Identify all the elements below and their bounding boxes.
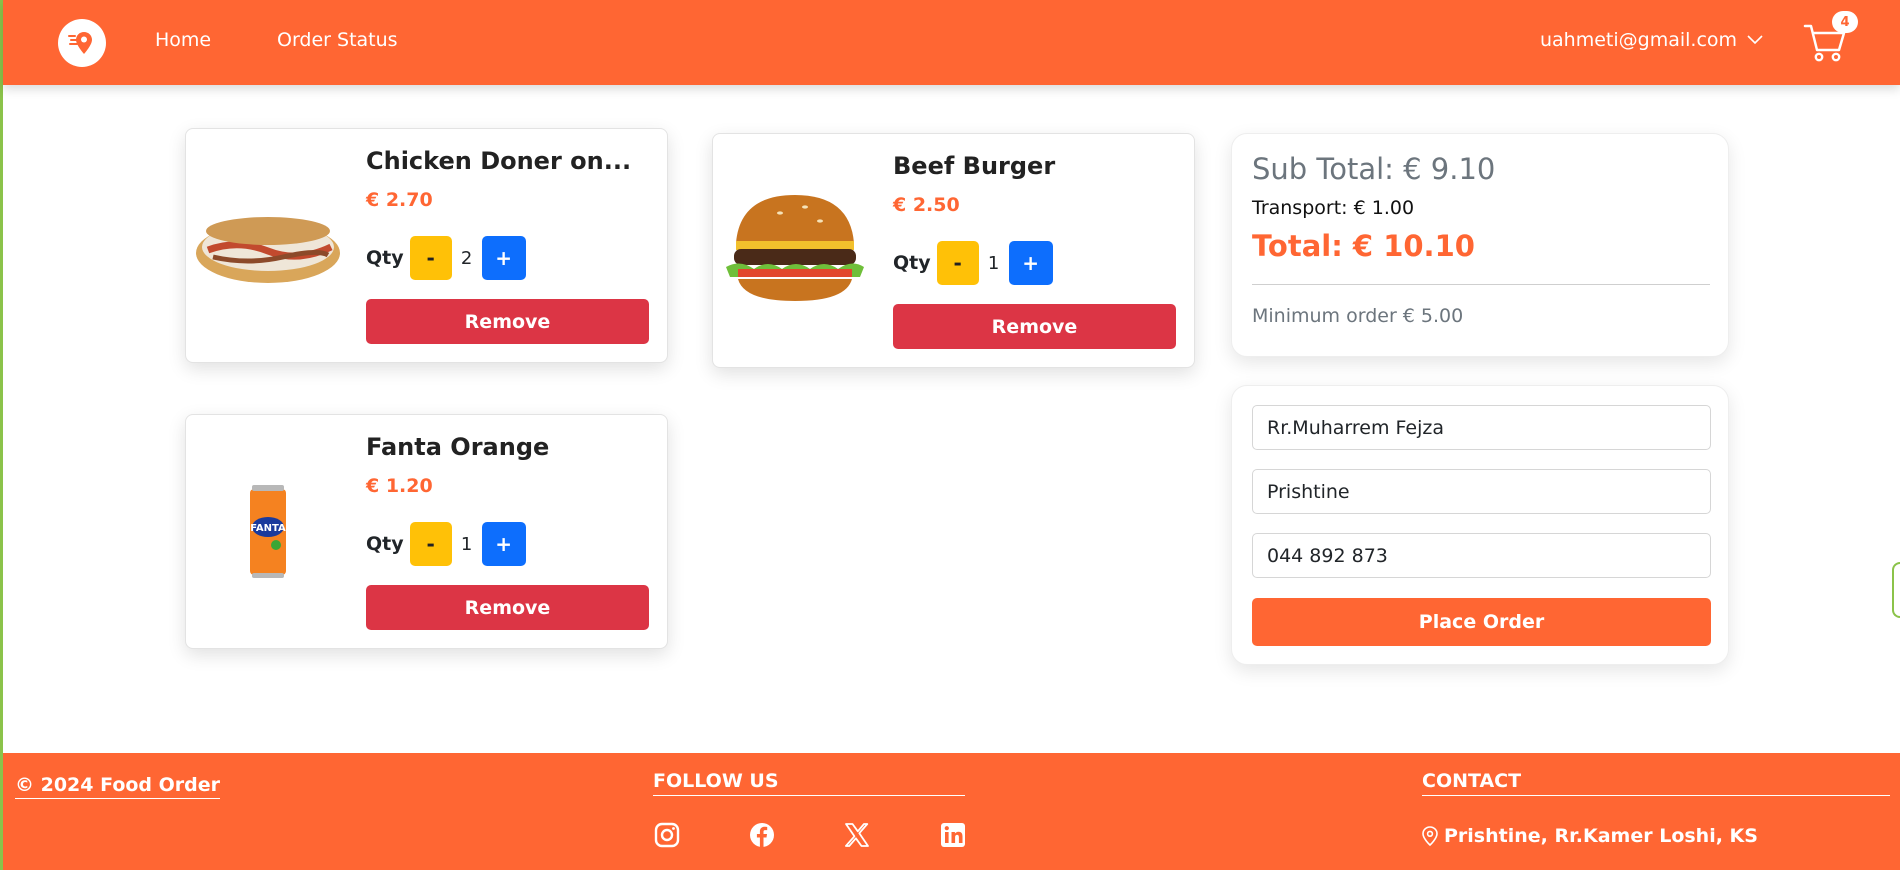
increase-qty-button[interactable]: + — [481, 522, 526, 566]
decrease-qty-button[interactable]: - — [409, 236, 452, 280]
x-twitter-icon[interactable] — [843, 821, 871, 849]
beef-burger-image — [726, 195, 864, 301]
item-price: € 1.20 — [366, 475, 433, 497]
user-email: uahmeti@gmail.com — [1540, 29, 1738, 51]
delivery-form-card: Place Order — [1231, 385, 1729, 665]
user-menu-dropdown[interactable]: uahmeti@gmail.com — [1540, 29, 1763, 51]
minimum-order-note: Minimum order € 5.00 — [1252, 305, 1464, 327]
place-order-button[interactable]: Place Order — [1252, 598, 1711, 646]
cart-item-card: FANTA Fanta Orange € 1.20 Qty - 1 + Remo… — [185, 414, 668, 649]
qty-label: Qty — [366, 533, 404, 555]
item-price: € 2.70 — [366, 189, 433, 211]
nav-order-status-link[interactable]: Order Status — [277, 29, 398, 51]
instagram-icon[interactable] — [653, 821, 681, 849]
qty-value: 1 — [460, 533, 473, 555]
address-text: Prishtine, Rr.Kamer Loshi, KS — [1444, 825, 1758, 847]
qty-value: 1 — [987, 252, 1000, 274]
item-image — [192, 135, 344, 355]
phone-input[interactable] — [1252, 533, 1711, 578]
location-pin-icon — [1422, 826, 1438, 846]
logo[interactable] — [58, 19, 106, 67]
qty-label: Qty — [366, 247, 404, 269]
cart-item-card: Chicken Doner on... € 2.70 Qty - 2 + Rem… — [185, 128, 668, 363]
city-input[interactable] — [1252, 469, 1711, 514]
qty-value: 2 — [460, 247, 473, 269]
street-input[interactable] — [1252, 405, 1711, 450]
linkedin-icon[interactable] — [939, 821, 967, 849]
follow-us-heading: FOLLOW US — [653, 770, 965, 796]
item-price: € 2.50 — [893, 194, 960, 216]
remove-item-button[interactable]: Remove — [366, 585, 649, 630]
quantity-stepper: Qty - 2 + — [366, 236, 526, 280]
transport-fee: Transport: € 1.00 — [1252, 197, 1415, 219]
footer: © 2024 Food Order FOLLOW US CONTACT Pris… — [3, 753, 1900, 870]
chevron-down-icon — [1747, 35, 1763, 45]
remove-item-button[interactable]: Remove — [366, 299, 649, 344]
item-image — [719, 140, 871, 360]
doner-wrap-image — [196, 217, 340, 283]
fanta-can-image: FANTA — [250, 485, 286, 578]
quantity-stepper: Qty - 1 + — [893, 241, 1053, 285]
nav-home-link[interactable]: Home — [155, 29, 211, 51]
copyright-text[interactable]: © 2024 Food Order — [15, 774, 221, 799]
delivery-pin-icon — [68, 32, 92, 54]
item-name: Beef Burger — [893, 152, 1056, 180]
increase-qty-button[interactable]: + — [481, 236, 526, 280]
decrease-qty-button[interactable]: - — [409, 522, 452, 566]
item-name: Fanta Orange — [366, 433, 550, 461]
cart-count-badge: 4 — [1832, 11, 1858, 33]
svg-text:FANTA: FANTA — [250, 523, 286, 534]
cart-item-card: Beef Burger € 2.50 Qty - 1 + Remove — [712, 133, 1195, 368]
item-image: FANTA — [192, 421, 344, 641]
sub-total: Sub Total: € 9.10 — [1252, 152, 1496, 186]
side-widget-tab[interactable] — [1892, 562, 1900, 618]
increase-qty-button[interactable]: + — [1008, 241, 1053, 285]
divider — [1252, 284, 1710, 285]
qty-label: Qty — [893, 252, 931, 274]
contact-address: Prishtine, Rr.Kamer Loshi, KS — [1422, 825, 1758, 847]
item-name: Chicken Doner on... — [366, 147, 632, 175]
decrease-qty-button[interactable]: - — [936, 241, 979, 285]
order-total: Total: € 10.10 — [1252, 229, 1475, 263]
quantity-stepper: Qty - 1 + — [366, 522, 526, 566]
remove-item-button[interactable]: Remove — [893, 304, 1176, 349]
contact-heading: CONTACT — [1422, 770, 1890, 796]
facebook-icon[interactable] — [748, 821, 776, 849]
navbar: Home Order Status uahmeti@gmail.com 4 — [3, 0, 1900, 85]
order-summary-card: Sub Total: € 9.10 Transport: € 1.00 Tota… — [1231, 133, 1729, 357]
